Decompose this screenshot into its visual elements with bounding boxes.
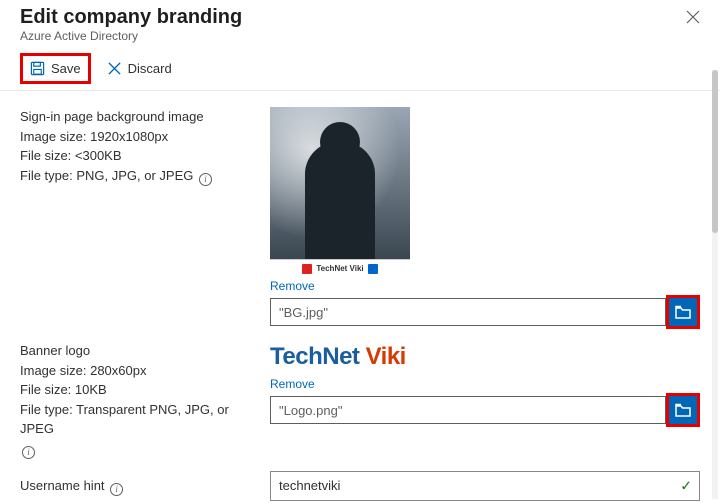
banner-size: Image size: 280x60px: [20, 361, 250, 381]
banner-remove-link[interactable]: Remove: [270, 377, 700, 391]
form-content: Sign-in page background image Image size…: [0, 91, 720, 503]
save-label: Save: [51, 61, 81, 76]
info-icon[interactable]: i: [199, 173, 212, 186]
banner-logo-section: Banner logo Image size: 280x60px File si…: [20, 341, 700, 459]
info-icon[interactable]: i: [110, 483, 123, 496]
discard-icon: [107, 61, 122, 76]
bg-filesize: File size: <300KB: [20, 146, 250, 166]
banner-filesize: File size: 10KB: [20, 380, 250, 400]
blade-header: Edit company branding Azure Active Direc…: [0, 0, 720, 47]
bg-heading: Sign-in page background image: [20, 107, 250, 127]
scrollbar-thumb[interactable]: [712, 70, 718, 233]
info-icon[interactable]: i: [22, 446, 35, 459]
page-title: Edit company branding: [20, 6, 242, 29]
scrollbar[interactable]: [712, 70, 718, 499]
folder-icon: [675, 305, 691, 319]
bg-size: Image size: 1920x1080px: [20, 127, 250, 147]
page-subtitle: Azure Active Directory: [20, 29, 242, 43]
username-hint-input[interactable]: [270, 471, 700, 501]
valid-check-icon: ✓: [680, 477, 692, 494]
bg-filetype: File type: PNG, JPG, or JPEG i: [20, 166, 250, 186]
bg-file-input[interactable]: "BG.jpg": [270, 298, 666, 326]
save-icon: [30, 61, 45, 76]
banner-browse-button[interactable]: [669, 396, 697, 424]
save-button[interactable]: Save: [24, 57, 87, 80]
folder-icon: [675, 403, 691, 417]
discard-button[interactable]: Discard: [101, 57, 178, 80]
username-hint-section: Username hint i ✓: [20, 471, 700, 501]
bg-browse-highlight: [666, 295, 700, 329]
close-icon[interactable]: [682, 6, 704, 33]
banner-filetype: File type: Transparent PNG, JPG, or JPEG…: [20, 400, 250, 459]
bg-remove-link[interactable]: Remove: [270, 279, 700, 293]
save-highlight: Save: [20, 53, 91, 84]
banner-browse-highlight: [666, 393, 700, 427]
username-hint-label: Username hint: [20, 478, 105, 493]
bg-image-preview: TechNet Viki: [270, 107, 410, 277]
banner-logo-preview: TechNet Viki: [270, 341, 700, 377]
bg-browse-button[interactable]: [669, 298, 697, 326]
banner-file-input[interactable]: "Logo.png": [270, 396, 666, 424]
command-bar: Save Discard: [0, 47, 720, 91]
banner-heading: Banner logo: [20, 341, 250, 361]
bg-image-section: Sign-in page background image Image size…: [20, 107, 700, 329]
discard-label: Discard: [128, 61, 172, 76]
preview-badge-strip: TechNet Viki: [270, 259, 410, 277]
